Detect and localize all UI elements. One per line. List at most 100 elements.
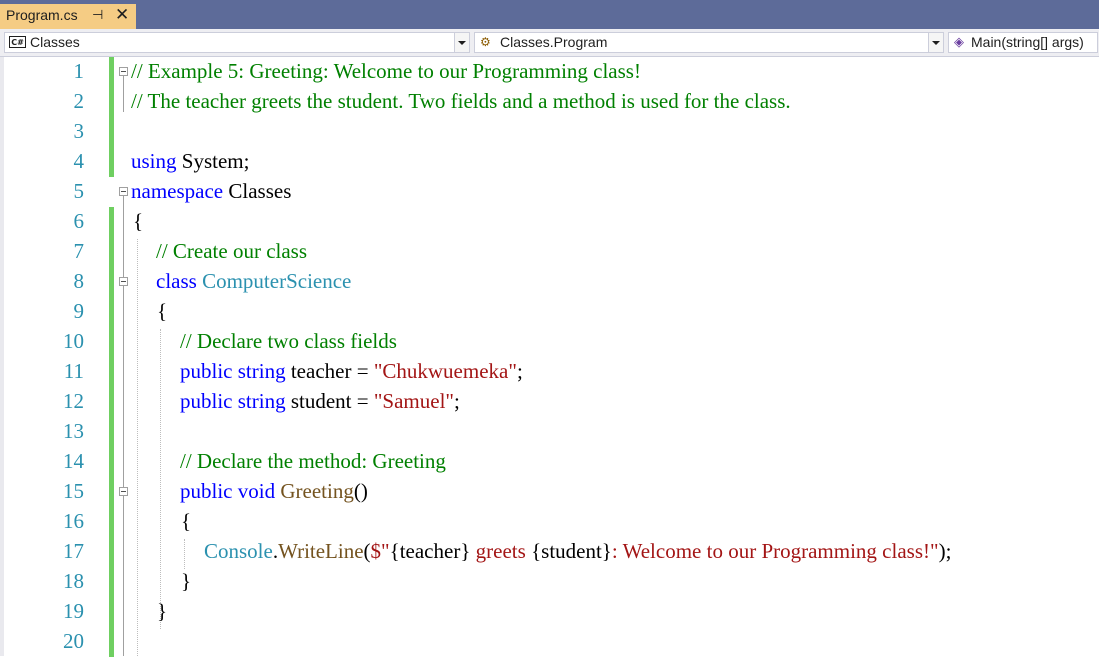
code-line: 3 [0, 117, 1099, 147]
chevron-down-icon[interactable] [454, 33, 469, 52]
code-text: namespace Classes [131, 179, 291, 204]
comment: // Example 5: Greeting: Welcome to our P… [131, 59, 641, 83]
keyword: class [156, 269, 197, 293]
modified-indicator [109, 627, 114, 657]
code-line: 10 // Declare two class fields [0, 327, 1099, 357]
line-number: 19 [63, 599, 84, 623]
class-icon: ⚙ [480, 35, 491, 49]
code-text: ( [363, 539, 371, 563]
member-dropdown-value: Main(string[] args) [971, 34, 1084, 50]
code-text: public string student = "Samuel"; [180, 389, 460, 414]
interpolation: {teacher} [389, 539, 471, 563]
code-text: teacher = [285, 359, 374, 383]
line-number: 15 [63, 479, 84, 503]
code-text: System; [176, 149, 250, 173]
brace: { [181, 509, 192, 533]
type-name: Console [204, 539, 273, 563]
collapse-icon[interactable] [119, 487, 128, 496]
modified-indicator [109, 597, 114, 627]
collapse-icon[interactable] [119, 277, 128, 286]
brace: { [157, 299, 168, 323]
brace: } [157, 599, 168, 623]
code-line: 16 { [0, 507, 1099, 537]
member-dropdown[interactable]: ◈ Main(string[] args) [948, 32, 1098, 53]
code-line: 19 } [0, 597, 1099, 627]
code-line: 1 // Example 5: Greeting: Welcome to our… [0, 57, 1099, 87]
csharp-project-icon: C# [9, 36, 26, 48]
keyword: namespace [131, 179, 224, 203]
pin-icon[interactable]: ⊣ [92, 8, 103, 23]
code-text: Console.WriteLine($"{teacher} greets {st… [204, 539, 951, 564]
modified-indicator [109, 327, 114, 357]
string-literal: "Chukwuemeka" [373, 359, 517, 383]
line-number: 3 [73, 119, 85, 143]
string-literal: "Samuel" [373, 389, 454, 413]
code-text: ; [516, 359, 523, 383]
close-icon[interactable]: ✕ [115, 5, 129, 25]
modified-indicator [109, 207, 114, 237]
line-number: 12 [63, 389, 84, 413]
class-dropdown[interactable]: ⚙ Classes.Program [474, 32, 944, 53]
code-text: public string teacher = "Chukwuemeka"; [180, 359, 523, 384]
line-number: 13 [63, 419, 84, 443]
string-literal: $" [370, 539, 390, 563]
code-line: 7 // Create our class [0, 237, 1099, 267]
code-line: 14 // Declare the method: Greeting [0, 447, 1099, 477]
modified-indicator [109, 267, 114, 297]
string-literal: : Welcome to our Programming class!" [611, 539, 939, 563]
tab-title: Program.cs [6, 7, 78, 23]
code-text: using System; [131, 149, 249, 174]
code-text: ; [454, 389, 460, 413]
line-number: 6 [73, 209, 85, 233]
modified-indicator [109, 477, 114, 507]
modified-indicator [109, 357, 114, 387]
type-name: ComputerScience [196, 269, 352, 293]
modified-indicator [109, 237, 114, 267]
code-text: student = [285, 389, 374, 413]
collapse-icon[interactable] [119, 67, 128, 76]
line-number: 20 [63, 629, 84, 653]
code-text: public void Greeting() [180, 479, 368, 504]
code-editor[interactable]: 1 // Example 5: Greeting: Welcome to our… [0, 57, 1099, 657]
chevron-down-icon[interactable] [928, 33, 943, 52]
keyword: string [232, 359, 286, 383]
code-line: 18 } [0, 567, 1099, 597]
code-text: ); [938, 539, 952, 563]
comment: // The teacher greets the student. Two f… [131, 89, 791, 113]
modified-indicator [109, 417, 114, 447]
code-line: 11 public string teacher = "Chukwuemeka"… [0, 357, 1099, 387]
code-line: 17 Console.WriteLine($"{teacher} greets … [0, 537, 1099, 567]
comment: // Create our class [156, 239, 308, 263]
string-literal: greets [470, 539, 532, 563]
code-line: 2 // The teacher greets the student. Two… [0, 87, 1099, 117]
modified-indicator [109, 147, 114, 177]
modified-indicator [109, 57, 114, 87]
code-text: Classes [223, 179, 292, 203]
line-number: 1 [73, 59, 85, 83]
interpolation: {student} [531, 539, 612, 563]
code-line: 12 public string student = "Samuel"; [0, 387, 1099, 417]
keyword: public [180, 389, 233, 413]
line-number: 10 [63, 329, 84, 353]
modified-indicator [109, 117, 114, 147]
tab-program-cs[interactable]: Program.cs ⊣ ✕ [0, 4, 136, 29]
code-line: 8 class ComputerScience [0, 267, 1099, 297]
line-number: 5 [73, 179, 85, 203]
document-tab-bar: Program.cs ⊣ ✕ [0, 0, 1099, 29]
project-dropdown[interactable]: C# Classes [4, 32, 470, 53]
modified-indicator [109, 87, 114, 117]
line-number: 16 [63, 509, 84, 533]
line-number: 11 [63, 359, 84, 383]
keyword: using [131, 149, 177, 173]
collapse-icon[interactable] [119, 187, 128, 196]
line-number: 4 [73, 149, 85, 173]
keyword: string [232, 389, 286, 413]
comment: // Declare the method: Greeting [180, 449, 446, 473]
code-line: 9 { [0, 297, 1099, 327]
code-text: class ComputerScience [156, 269, 351, 294]
line-number: 9 [73, 299, 85, 323]
keyword: void [232, 479, 276, 503]
brace: { [133, 209, 144, 233]
line-number: 14 [63, 449, 84, 473]
line-number: 7 [73, 239, 85, 263]
